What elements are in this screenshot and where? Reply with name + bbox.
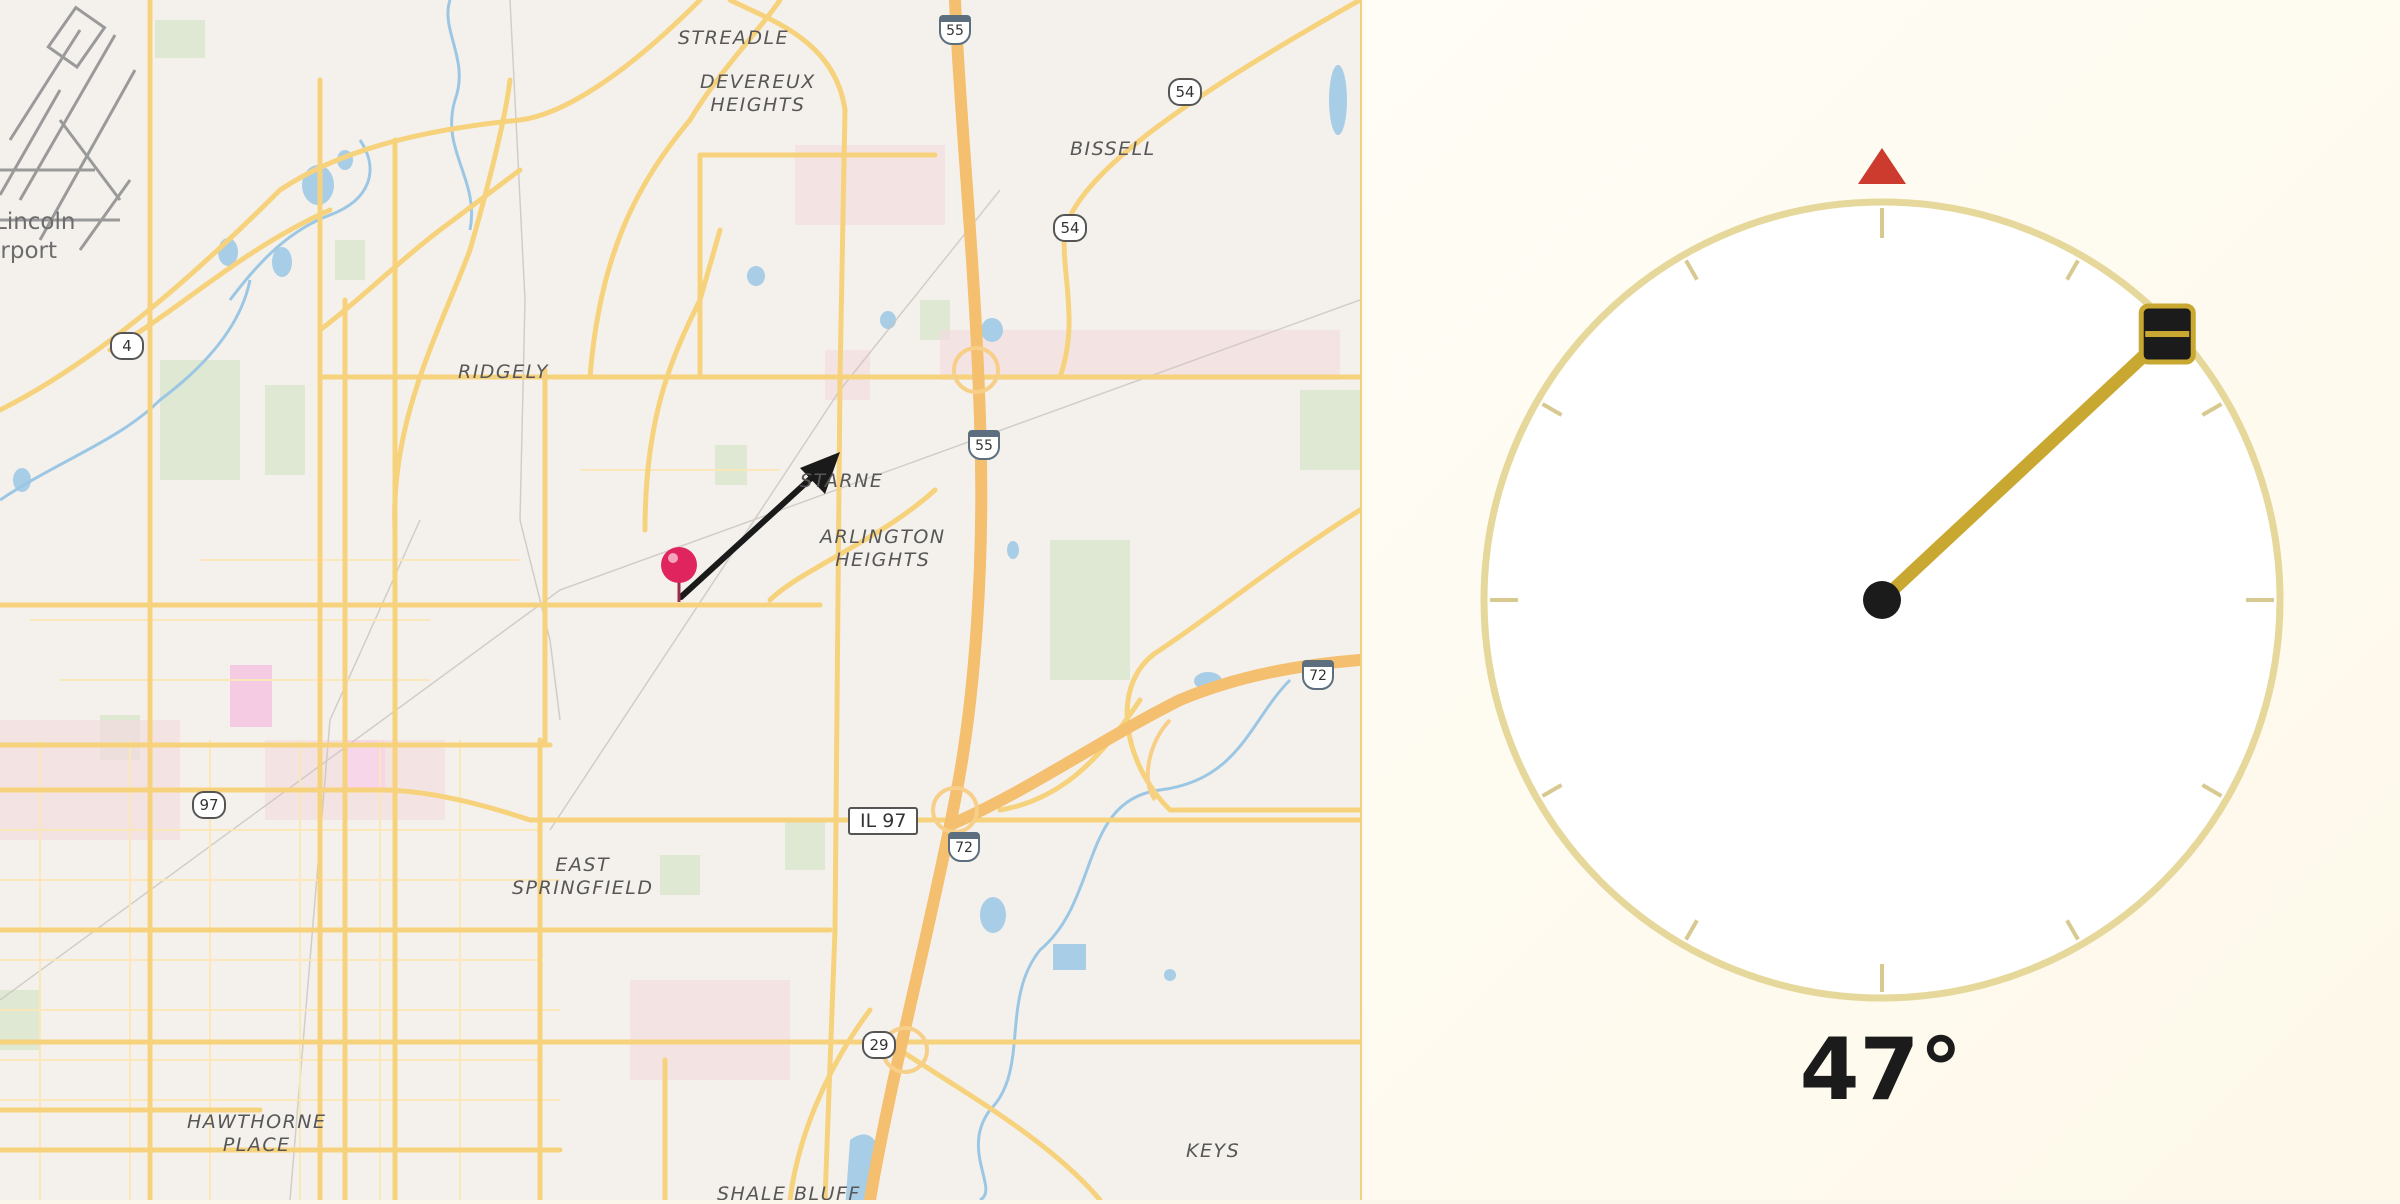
map-view[interactable]: STREADLE DEVEREUX HEIGHTS BISSELL RIDGEL… (0, 0, 1362, 1200)
place-label-starne: STARNE (800, 470, 884, 492)
compass-panel: 47° (1362, 0, 2400, 1200)
place-label-streadle: STREADLE (678, 27, 790, 49)
heading-readout: 47° (1799, 1020, 1963, 1120)
interstate-shield-55: 55 (968, 430, 1000, 460)
needle-handle-icon[interactable] (2138, 303, 2196, 365)
route-shield-97: 97 (192, 791, 226, 819)
place-label-hawthorne-place: HAWTHORNE PLACE (187, 1111, 327, 1156)
north-marker-icon (1858, 148, 1906, 184)
place-label-east-springfield: EAST SPRINGFIELD (512, 854, 654, 899)
place-label-keys: KEYS (1186, 1140, 1241, 1162)
route-shield-29: 29 (862, 1031, 896, 1059)
route-shield-il-97: IL 97 (848, 807, 919, 835)
map-pin-icon[interactable] (661, 547, 697, 602)
route-shield-54: 54 (1053, 214, 1087, 242)
route-shield-4: 4 (110, 332, 144, 360)
poi-label-airport: Lincoln irport (0, 209, 76, 264)
interstate-shield-55: 55 (939, 15, 971, 45)
route-shield-54: 54 (1168, 78, 1202, 106)
place-label-shale-bluff: SHALE BLUFF (717, 1183, 861, 1200)
interstate-shield-72: 72 (948, 832, 980, 862)
place-label-bissell: BISSELL (1070, 138, 1156, 160)
compass-hub (1863, 581, 1901, 619)
place-label-ridgely: RIDGELY (458, 361, 550, 383)
interstate-shield-72: 72 (1302, 660, 1334, 690)
place-label-arlington-heights: ARLINGTON HEIGHTS (820, 526, 946, 571)
map-base (0, 0, 1360, 1200)
place-label-devereux-heights: DEVEREUX HEIGHTS (700, 71, 816, 116)
